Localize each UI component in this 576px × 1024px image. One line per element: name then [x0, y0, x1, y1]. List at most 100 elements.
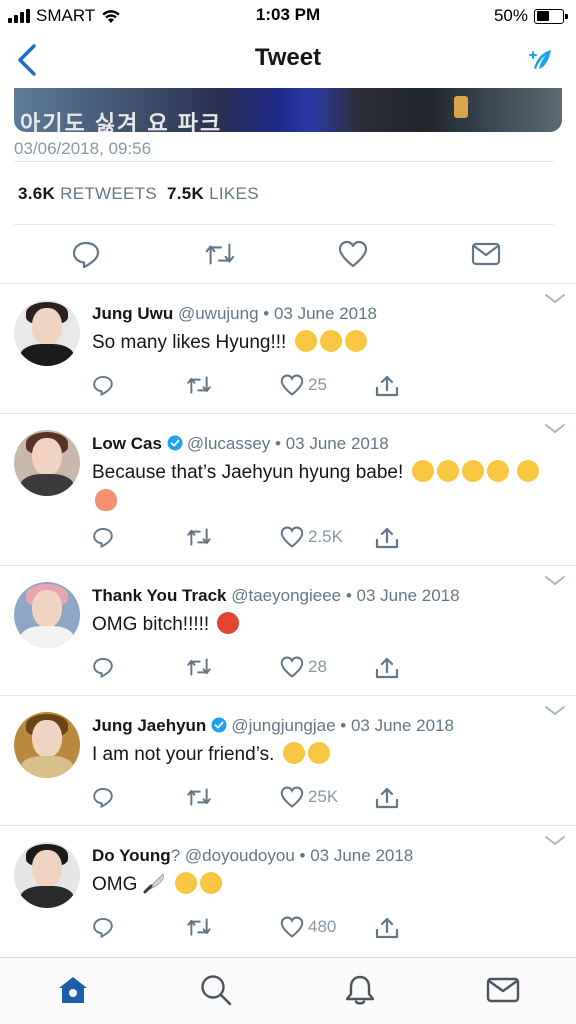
- reply-author-handle[interactable]: @lucassey: [187, 434, 270, 453]
- chevron-down-icon[interactable]: [544, 704, 566, 718]
- page-title: Tweet: [254, 44, 322, 71]
- tab-notifications[interactable]: [342, 972, 378, 1008]
- likes-label: LIKES: [209, 184, 259, 203]
- divider: [0, 695, 576, 696]
- kiss-emoji: [516, 460, 539, 482]
- reply-retweet-button[interactable]: [186, 916, 212, 938]
- bell-icon: [345, 975, 375, 1005]
- chevron-down-icon[interactable]: [544, 574, 566, 588]
- laughing-emoji: [486, 460, 509, 482]
- envelope-icon: [471, 242, 501, 266]
- battery-icon: [534, 8, 568, 24]
- avatar[interactable]: [14, 712, 80, 778]
- media-overlay-text: 아기도 싫겨 요 파크: [20, 111, 223, 132]
- share-icon: [375, 657, 399, 679]
- avatar[interactable]: [14, 842, 80, 908]
- reply-name-suffix: ?: [170, 846, 181, 865]
- reply-author-handle[interactable]: @jungjungjae: [231, 716, 335, 735]
- reply-retweet-button[interactable]: [186, 526, 212, 548]
- reply-reply-button[interactable]: [92, 786, 114, 808]
- like-button[interactable]: [337, 238, 369, 270]
- reply-author-handle[interactable]: @taeyongieee: [231, 586, 341, 605]
- reply-author-name[interactable]: Low Cas: [92, 434, 162, 453]
- avatar[interactable]: [14, 582, 80, 648]
- retweets-label: RETWEETS: [60, 184, 157, 203]
- reply-like-button[interactable]: 28: [280, 656, 327, 678]
- reply-icon: [93, 527, 113, 548]
- likes-stat[interactable]: 7.5K LIKES: [167, 184, 259, 204]
- avatar[interactable]: [14, 300, 80, 366]
- reply-reply-button[interactable]: [92, 656, 114, 678]
- tweet-media[interactable]: 아기도 싫겨 요 파크: [14, 88, 562, 132]
- reply-text: OMG bitch!!!!!: [92, 610, 558, 639]
- reply-icon: [93, 917, 113, 938]
- chevron-down-icon[interactable]: [544, 292, 566, 306]
- chevron-down-icon[interactable]: [544, 422, 566, 436]
- tab-messages[interactable]: [485, 972, 521, 1008]
- reply-like-count: 480: [308, 917, 337, 936]
- reply-author-name[interactable]: Jung Uwu: [92, 304, 173, 323]
- share-icon: [375, 917, 399, 939]
- reply-retweet-button[interactable]: [186, 786, 212, 808]
- reply-author-name[interactable]: Do Young: [92, 846, 171, 865]
- reply-like-button[interactable]: 25K: [280, 786, 338, 808]
- divider: [14, 224, 554, 225]
- heart-icon: [280, 786, 304, 808]
- share-icon: [375, 787, 399, 809]
- reply-button[interactable]: [70, 238, 102, 270]
- status-time: 1:03 PM: [255, 5, 321, 24]
- divider: [14, 161, 554, 162]
- knife-emoji: [143, 873, 164, 894]
- reply-like-button[interactable]: 480: [280, 916, 336, 938]
- reply-share-button[interactable]: [374, 786, 400, 810]
- laughing-emoji: [344, 330, 367, 352]
- reply-text: So many likes Hyung!!!: [92, 328, 558, 357]
- tab-home[interactable]: [55, 972, 91, 1008]
- nav-bar: Tweet: [0, 32, 576, 88]
- divider: [0, 413, 576, 414]
- tweet-stats: 3.6K RETWEETS 7.5K LIKES: [18, 184, 259, 204]
- retweets-stat[interactable]: 3.6K RETWEETS: [18, 184, 157, 204]
- reply-date: • 03 June 2018: [263, 304, 377, 323]
- reply-text: I am not your friend’s.: [92, 740, 558, 769]
- envelope-icon: [486, 977, 520, 1003]
- reply-share-button[interactable]: [374, 916, 400, 940]
- share-icon: [375, 375, 399, 397]
- retweet-button[interactable]: [204, 238, 236, 270]
- reply-reply-button[interactable]: [92, 916, 114, 938]
- reply-header: Low Cas @lucassey • 03 June 2018: [92, 434, 389, 454]
- reply-icon: [93, 375, 113, 396]
- reply-date: • 03 June 2018: [340, 716, 454, 735]
- media-detail: [454, 96, 468, 118]
- tab-search[interactable]: [198, 972, 234, 1008]
- reply-like-count: 28: [308, 657, 327, 676]
- laughing-emoji: [199, 872, 222, 894]
- reply-share-button[interactable]: [374, 526, 400, 550]
- reply-like-button[interactable]: 2.5K: [280, 526, 343, 548]
- reply-icon: [93, 787, 113, 808]
- reply-retweet-button[interactable]: [186, 374, 212, 396]
- reply-share-button[interactable]: [374, 374, 400, 398]
- thinking-emoji: [282, 742, 305, 764]
- share-dm-button[interactable]: [470, 238, 502, 270]
- reply-like-count: 2.5K: [308, 527, 343, 546]
- reply-reply-button[interactable]: [92, 374, 114, 396]
- reply-header: Jung Uwu @uwujung • 03 June 2018: [92, 304, 377, 324]
- likes-count: 7.5K: [167, 184, 205, 203]
- reply-author-name[interactable]: Jung Jaehyun: [92, 716, 206, 735]
- reply-author-name[interactable]: Thank You Track: [92, 586, 226, 605]
- retweet-icon: [205, 243, 235, 265]
- heart-icon: [338, 240, 368, 268]
- reply-reply-button[interactable]: [92, 526, 114, 548]
- reply-like-button[interactable]: 25: [280, 374, 327, 396]
- reply-share-button[interactable]: [374, 656, 400, 680]
- reply-retweet-button[interactable]: [186, 656, 212, 678]
- avatar[interactable]: [14, 430, 80, 496]
- reply-author-handle[interactable]: @doyoudoyou: [185, 846, 295, 865]
- verified-badge-icon: [211, 717, 227, 733]
- wink-emoji: [307, 742, 330, 764]
- reply-author-handle[interactable]: @uwujung: [178, 304, 259, 323]
- laughing-emoji: [436, 460, 459, 482]
- compose-button[interactable]: [524, 44, 558, 78]
- chevron-down-icon[interactable]: [544, 834, 566, 848]
